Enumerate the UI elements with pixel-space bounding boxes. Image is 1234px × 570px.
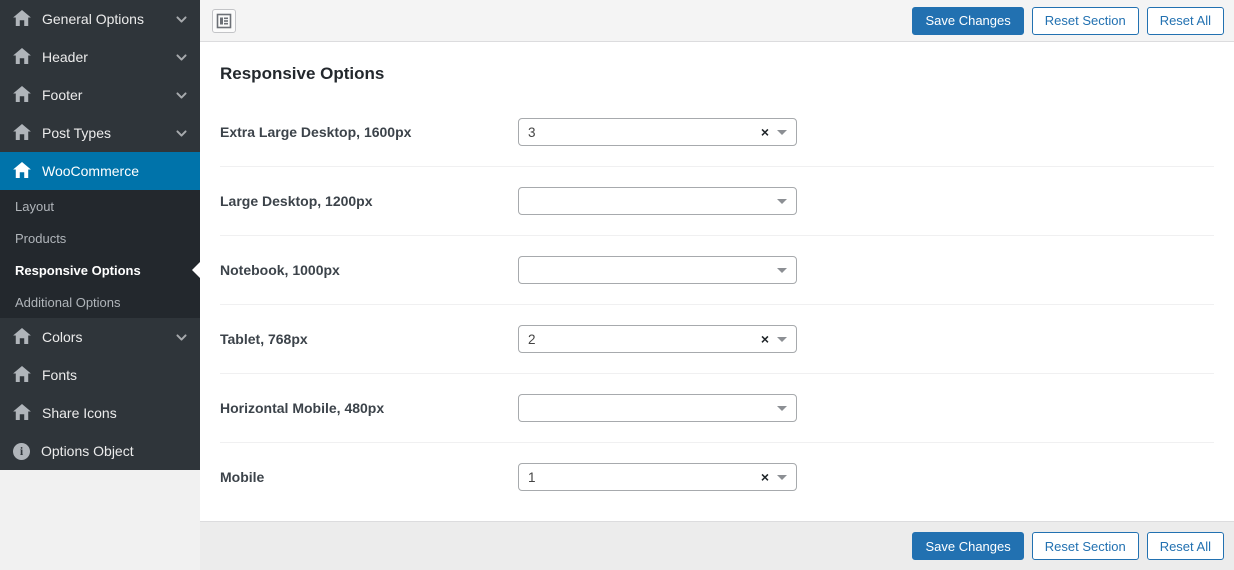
clear-icon[interactable]: × bbox=[761, 332, 769, 346]
submenu-item-products[interactable]: Products bbox=[0, 222, 200, 254]
expand-options-button[interactable] bbox=[212, 9, 236, 33]
info-icon: i bbox=[13, 443, 30, 460]
field-label: Horizontal Mobile, 480px bbox=[220, 400, 518, 416]
sidebar-item-options-object[interactable]: i Options Object bbox=[0, 432, 200, 470]
horizontal-mobile-select[interactable] bbox=[518, 394, 797, 422]
sidebar-item-label: WooCommerce bbox=[42, 163, 139, 179]
submenu-item-label: Layout bbox=[15, 199, 54, 214]
chevron-down-icon bbox=[175, 51, 188, 64]
save-changes-button[interactable]: Save Changes bbox=[912, 7, 1023, 35]
active-item-arrow-icon bbox=[192, 262, 200, 278]
home-icon bbox=[13, 404, 31, 423]
submenu-item-label: Products bbox=[15, 231, 66, 246]
field-row-horizontal-mobile: Horizontal Mobile, 480px bbox=[220, 374, 1214, 443]
extra-large-desktop-select[interactable]: 3 × bbox=[518, 118, 797, 146]
field-row-tablet: Tablet, 768px 2 × bbox=[220, 305, 1214, 374]
reset-section-button[interactable]: Reset Section bbox=[1032, 7, 1139, 35]
footerbar: Save Changes Reset Section Reset All bbox=[200, 521, 1234, 570]
submenu-item-responsive-options[interactable]: Responsive Options bbox=[0, 254, 200, 286]
field-label: Large Desktop, 1200px bbox=[220, 193, 518, 209]
chevron-down-icon bbox=[777, 337, 787, 342]
sidebar-menu: General Options Header Footer Post Types bbox=[0, 0, 200, 470]
sidebar-item-post-types[interactable]: Post Types bbox=[0, 114, 200, 152]
chevron-down-icon bbox=[175, 89, 188, 102]
home-icon bbox=[13, 366, 31, 385]
field-row-notebook: Notebook, 1000px bbox=[220, 236, 1214, 305]
section-content: Responsive Options Extra Large Desktop, … bbox=[200, 42, 1234, 521]
sidebar-item-share-icons[interactable]: Share Icons bbox=[0, 394, 200, 432]
sidebar-item-label: General Options bbox=[42, 11, 144, 27]
home-icon bbox=[13, 328, 31, 347]
mobile-select[interactable]: 1 × bbox=[518, 463, 797, 491]
large-desktop-select[interactable] bbox=[518, 187, 797, 215]
submenu-item-additional-options[interactable]: Additional Options bbox=[0, 286, 200, 318]
sidebar-item-label: Share Icons bbox=[42, 405, 117, 421]
options-panel: General Options Header Footer Post Types bbox=[0, 0, 1234, 570]
select-value: 1 bbox=[528, 470, 761, 485]
tablet-select[interactable]: 2 × bbox=[518, 325, 797, 353]
select-value: 3 bbox=[528, 125, 761, 140]
sidebar-item-label: Post Types bbox=[42, 125, 111, 141]
section-title: Responsive Options bbox=[220, 64, 1214, 84]
reset-all-button[interactable]: Reset All bbox=[1147, 7, 1224, 35]
sidebar-item-label: Options Object bbox=[41, 443, 134, 459]
sidebar-item-header[interactable]: Header bbox=[0, 38, 200, 76]
sidebar-item-label: Footer bbox=[42, 87, 82, 103]
select-value: 2 bbox=[528, 332, 761, 347]
reset-all-button-bottom[interactable]: Reset All bbox=[1147, 532, 1224, 560]
sidebar: General Options Header Footer Post Types bbox=[0, 0, 200, 570]
submenu-item-label: Responsive Options bbox=[15, 263, 141, 278]
field-row-mobile: Mobile 1 × bbox=[220, 443, 1214, 511]
field-label: Mobile bbox=[220, 469, 518, 485]
topbar-actions: Save Changes Reset Section Reset All bbox=[912, 7, 1224, 35]
chevron-down-icon bbox=[175, 13, 188, 26]
sidebar-item-label: Colors bbox=[42, 329, 82, 345]
sidebar-item-label: Header bbox=[42, 49, 88, 65]
clear-icon[interactable]: × bbox=[761, 125, 769, 139]
layout-panel-icon bbox=[216, 13, 232, 29]
home-icon bbox=[13, 162, 31, 181]
chevron-down-icon bbox=[175, 127, 188, 140]
chevron-down-icon bbox=[777, 199, 787, 204]
field-label: Notebook, 1000px bbox=[220, 262, 518, 278]
home-icon bbox=[13, 86, 31, 105]
chevron-down-icon bbox=[777, 406, 787, 411]
sidebar-item-fonts[interactable]: Fonts bbox=[0, 356, 200, 394]
chevron-down-icon bbox=[175, 331, 188, 344]
chevron-down-icon bbox=[777, 130, 787, 135]
home-icon bbox=[13, 10, 31, 29]
sidebar-item-label: Fonts bbox=[42, 367, 77, 383]
woocommerce-submenu: Layout Products Responsive Options Addit… bbox=[0, 190, 200, 318]
clear-icon[interactable]: × bbox=[761, 470, 769, 484]
submenu-item-layout[interactable]: Layout bbox=[0, 190, 200, 222]
home-icon bbox=[13, 124, 31, 143]
chevron-down-icon bbox=[777, 475, 787, 480]
chevron-down-icon bbox=[777, 268, 787, 273]
home-icon bbox=[13, 48, 31, 67]
sidebar-item-general-options[interactable]: General Options bbox=[0, 0, 200, 38]
field-row-extra-large-desktop: Extra Large Desktop, 1600px 3 × bbox=[220, 98, 1214, 167]
sidebar-item-colors[interactable]: Colors bbox=[0, 318, 200, 356]
sidebar-item-footer[interactable]: Footer bbox=[0, 76, 200, 114]
field-row-large-desktop: Large Desktop, 1200px bbox=[220, 167, 1214, 236]
main-area: Save Changes Reset Section Reset All Res… bbox=[200, 0, 1234, 570]
submenu-item-label: Additional Options bbox=[15, 295, 121, 310]
field-label: Tablet, 768px bbox=[220, 331, 518, 347]
topbar: Save Changes Reset Section Reset All bbox=[200, 0, 1234, 42]
sidebar-item-woocommerce[interactable]: WooCommerce bbox=[0, 152, 200, 190]
field-label: Extra Large Desktop, 1600px bbox=[220, 124, 518, 140]
notebook-select[interactable] bbox=[518, 256, 797, 284]
save-changes-button-bottom[interactable]: Save Changes bbox=[912, 532, 1023, 560]
reset-section-button-bottom[interactable]: Reset Section bbox=[1032, 532, 1139, 560]
